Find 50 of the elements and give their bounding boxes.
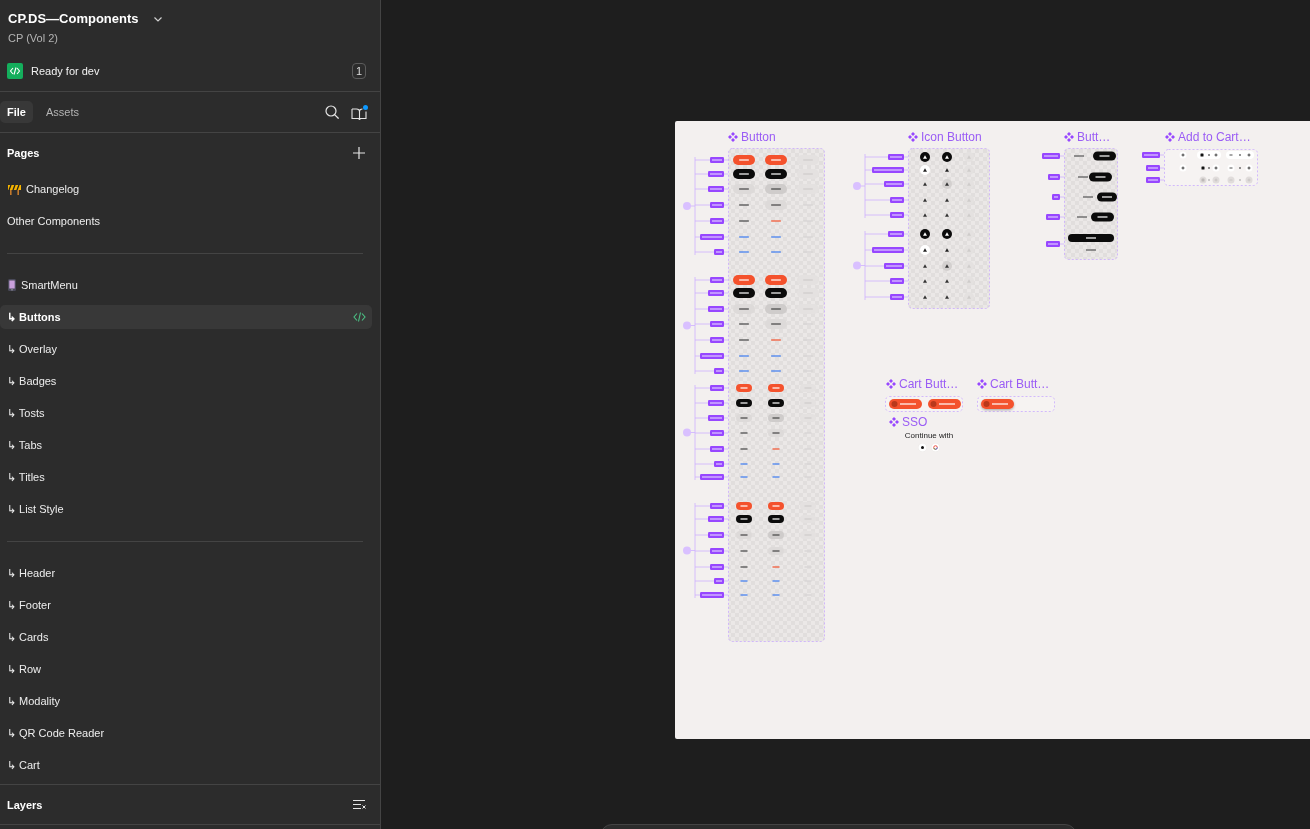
- sso-prompt: Continue with: [904, 431, 954, 441]
- code-icon: [7, 63, 23, 79]
- file-title[interactable]: CP.DS—Components: [8, 11, 139, 27]
- page-item[interactable]: ↳ Buttons: [0, 305, 372, 329]
- component-icon: [1064, 132, 1074, 142]
- dot-icon[interactable]: [918, 443, 927, 452]
- list-icon[interactable]: [353, 799, 366, 810]
- page-item[interactable]: ↳ List Style: [0, 497, 372, 521]
- component-icon: [1165, 132, 1175, 142]
- page-item[interactable]: ↳ Overlay: [0, 337, 372, 361]
- book-icon[interactable]: [351, 104, 368, 120]
- page-item[interactable]: ↳ Tabs: [0, 433, 372, 457]
- component-icon: [908, 132, 918, 142]
- component-title: Button: [741, 130, 776, 144]
- page-item[interactable]: ↳ Row: [0, 657, 372, 681]
- ring-icon[interactable]: [931, 443, 940, 452]
- tab[interactable]: File: [0, 101, 33, 123]
- plus-icon[interactable]: [353, 147, 365, 159]
- page-item[interactable]: ↳ Header: [0, 561, 372, 585]
- page-item[interactable]: Changelog: [0, 177, 372, 201]
- component-title: SSO: [902, 415, 928, 429]
- page-item[interactable]: SmartMenu: [0, 273, 372, 297]
- phone-icon: [8, 279, 16, 291]
- component-title: Add to Cart…: [1178, 130, 1251, 144]
- barrier-icon: [8, 183, 21, 195]
- page-item[interactable]: ↳ Titles: [0, 465, 372, 489]
- component-title: Butt…: [1077, 130, 1111, 144]
- page-item[interactable]: ↳ QR Code Reader: [0, 721, 372, 745]
- page-item[interactable]: Other Components: [0, 209, 372, 233]
- caret-icon[interactable]: [153, 16, 162, 22]
- page-item[interactable]: ↳ Cards: [0, 625, 372, 649]
- component-title: Cart Butt…: [990, 377, 1050, 391]
- pages-heading: Pages: [7, 146, 40, 160]
- component-title: Icon Button: [921, 130, 982, 144]
- page-item[interactable]: ↳ Cart: [0, 753, 372, 777]
- component-icon: [889, 417, 899, 427]
- page-item[interactable]: ↳ Badges: [0, 369, 372, 393]
- tab[interactable]: Assets: [38, 101, 86, 123]
- ready-for-dev-link[interactable]: Ready for dev: [31, 64, 100, 78]
- layers-heading: Layers: [7, 797, 43, 812]
- component-icon: [977, 379, 987, 389]
- page-item[interactable]: ↳ Tosts: [0, 401, 372, 425]
- page-item[interactable]: ↳ Modality: [0, 689, 372, 713]
- project-name: CP (Vol 2): [8, 31, 58, 45]
- page-item[interactable]: ↳ Footer: [0, 593, 372, 617]
- component-icon: [728, 132, 738, 142]
- count-badge: 1: [351, 63, 366, 79]
- component-icon: [886, 379, 896, 389]
- search-icon[interactable]: [325, 105, 339, 119]
- component-title: Cart Butt…: [899, 377, 959, 391]
